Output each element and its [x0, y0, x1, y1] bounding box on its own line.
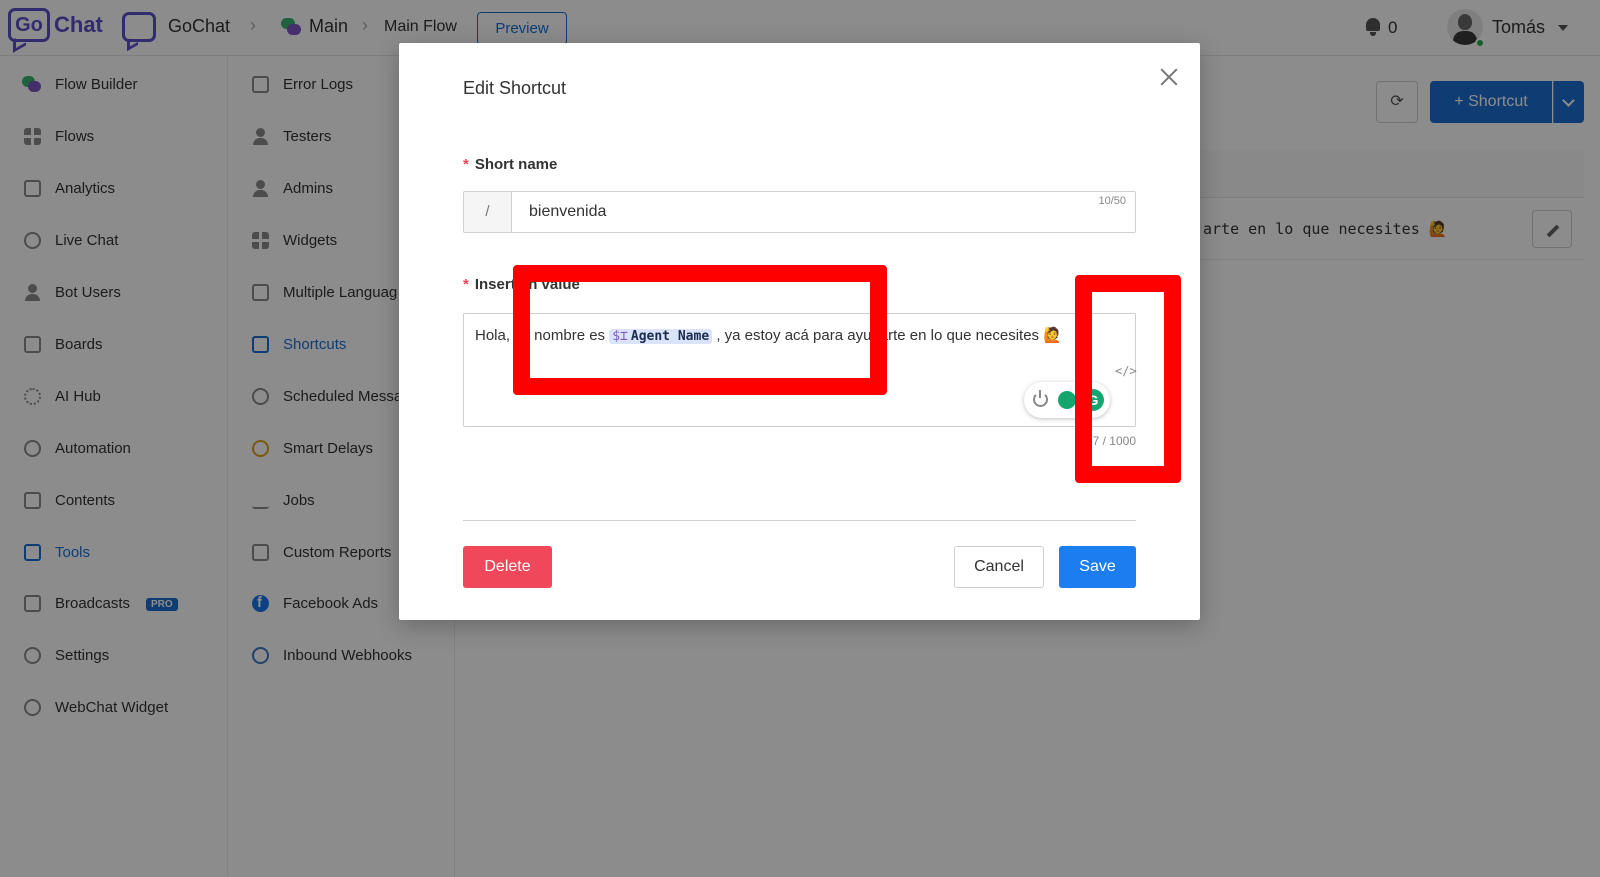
short-name-count: 10/50: [1098, 195, 1126, 207]
lightbulb-icon[interactable]: [1058, 391, 1076, 409]
power-icon[interactable]: [1033, 390, 1048, 407]
short-name-input[interactable]: [513, 192, 1135, 232]
annotation-box: [513, 265, 887, 395]
save-button[interactable]: Save: [1059, 546, 1136, 588]
delete-button[interactable]: Delete: [463, 546, 552, 588]
required-marker: *: [463, 276, 469, 293]
modal-title: Edit Shortcut: [463, 78, 567, 98]
short-name-field: / 10/50: [463, 191, 1136, 233]
slash-prefix: /: [464, 192, 512, 232]
short-name-label: * Short name: [463, 156, 557, 173]
annotation-box: [1075, 275, 1181, 483]
divider: [463, 520, 1136, 521]
cancel-button[interactable]: Cancel: [954, 546, 1044, 588]
short-name-label-text: Short name: [474, 156, 558, 173]
close-icon[interactable]: [1157, 65, 1181, 89]
required-marker: *: [463, 156, 469, 173]
